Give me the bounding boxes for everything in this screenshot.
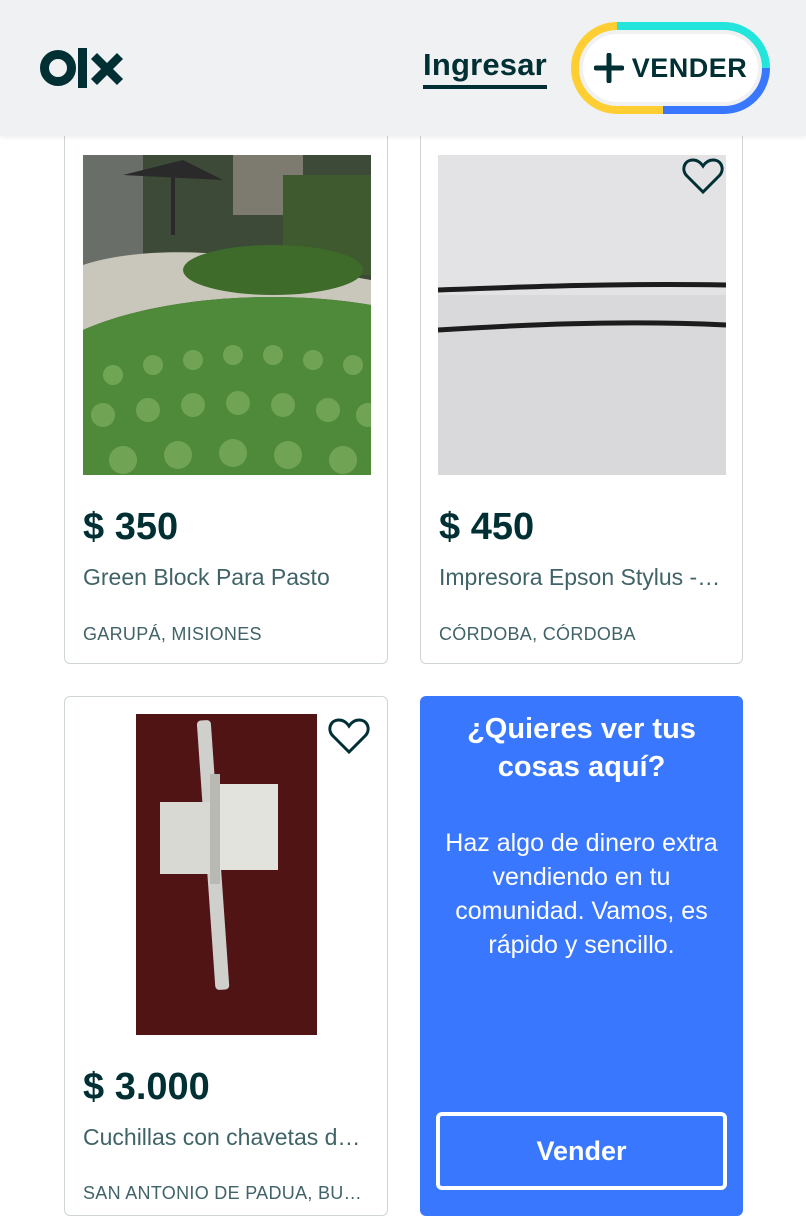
favorite-heart-icon[interactable]	[328, 717, 370, 755]
listing-card[interactable]: $ 450 Impresora Epson Stylus - Modelo CÓ…	[420, 120, 743, 664]
plus-icon	[593, 53, 624, 83]
sell-button[interactable]: VENDER	[571, 22, 770, 114]
promo-title: ¿Quieres ver tus cosas aquí?	[467, 713, 696, 783]
favorite-heart-icon[interactable]	[682, 157, 724, 195]
listing-price: $ 350	[83, 506, 179, 548]
sell-button-label: VENDER	[631, 52, 748, 83]
listing-card[interactable]: $ 350 Green Block Para Pasto GARUPÁ, MIS…	[64, 120, 388, 664]
promo-sell-button[interactable]: Vender	[436, 1112, 727, 1190]
listing-location: SAN ANTONIO DE PADUA, BUENOS AIRES	[83, 1183, 368, 1203]
listing-card[interactable]: $ 3.000 Cuchillas con chavetas de hierro…	[64, 696, 388, 1216]
listing-price: $ 450	[439, 506, 535, 548]
listing-title: Impresora Epson Stylus - Modelo	[439, 564, 724, 590]
listing-image[interactable]	[438, 155, 726, 475]
listing-title: Cuchillas con chavetas de hierro	[83, 1124, 368, 1150]
listing-image[interactable]	[83, 155, 371, 475]
sell-promo-card: ¿Quieres ver tus cosas aquí? Haz algo de…	[420, 696, 743, 1216]
top-header: olx Ingresar VENDER	[0, 0, 806, 136]
listing-location: CÓRDOBA, CÓRDOBA	[439, 624, 636, 644]
listing-title: Green Block Para Pasto	[83, 564, 330, 590]
listing-price: $ 3.000	[83, 1066, 210, 1108]
promo-text: Haz algo de dinero extra vendiendo en tu…	[445, 829, 718, 959]
login-link[interactable]: Ingresar	[423, 48, 547, 89]
listing-location: GARUPÁ, MISIONES	[83, 624, 262, 644]
sell-button-face: VENDER	[583, 34, 758, 102]
olx-logo[interactable]: olx	[38, 44, 124, 92]
listing-image[interactable]	[136, 714, 317, 1035]
